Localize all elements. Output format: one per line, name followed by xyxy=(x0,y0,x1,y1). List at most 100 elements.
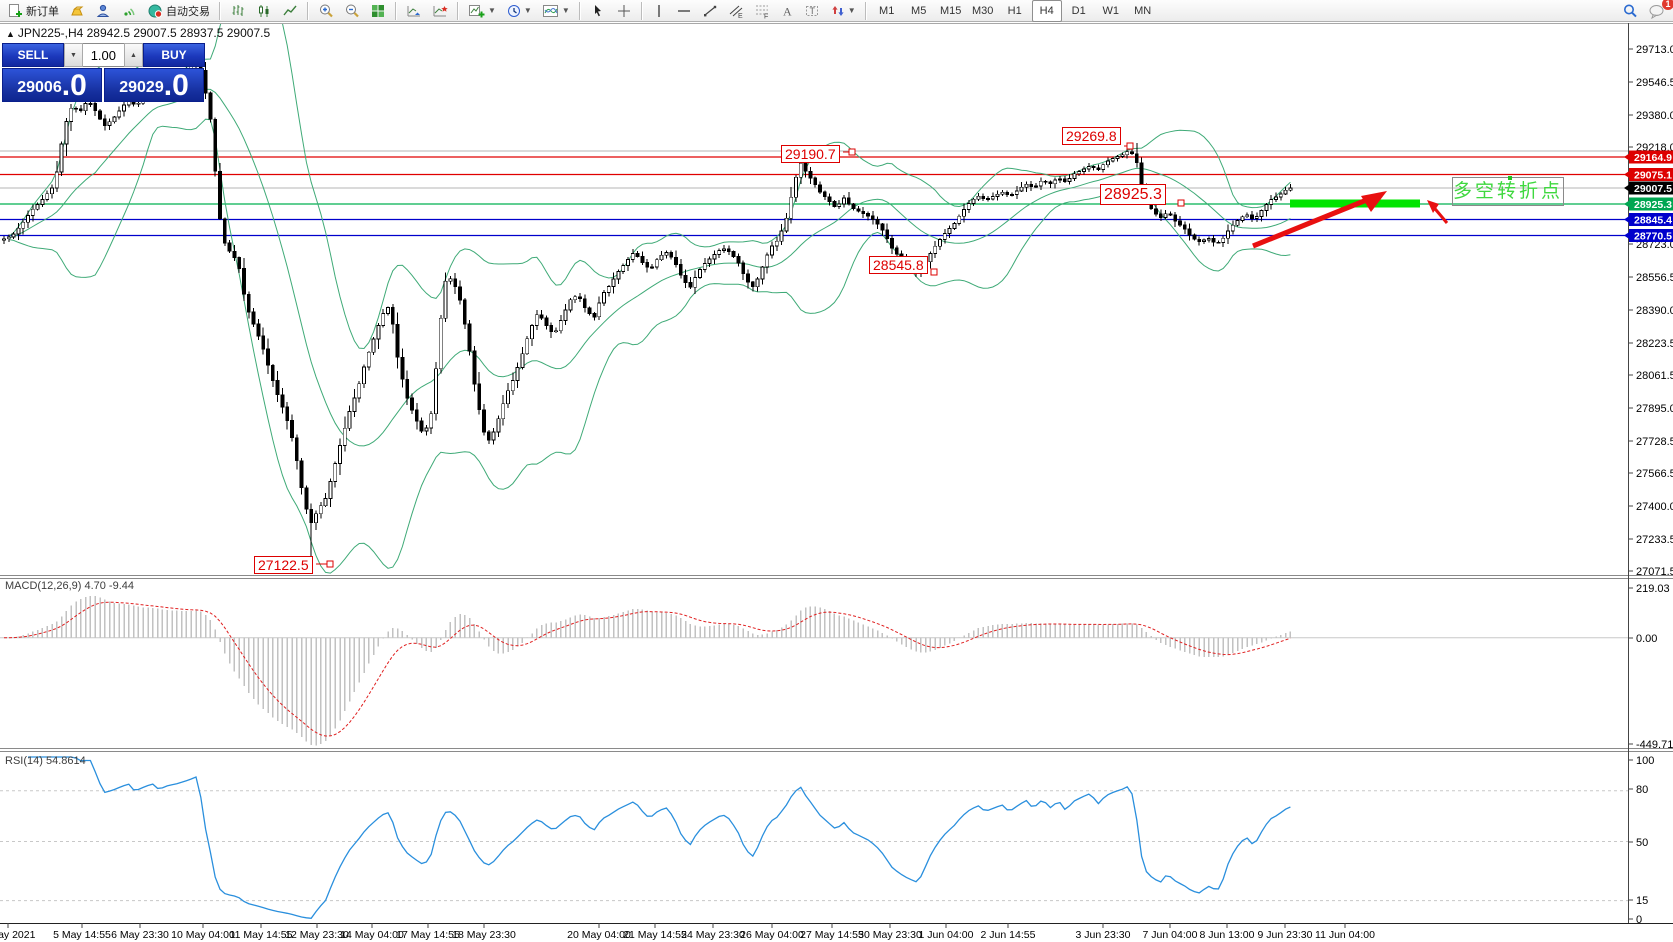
period-button[interactable]: ▼ xyxy=(502,0,536,22)
candle-body xyxy=(1011,195,1014,196)
crosshair-button[interactable] xyxy=(612,0,636,22)
chevron-down-icon: ▼ xyxy=(848,6,856,15)
bar-chart-button[interactable] xyxy=(226,0,250,22)
price-tag-pointer xyxy=(1624,216,1630,224)
arrows-button[interactable]: ▼ xyxy=(826,0,860,22)
chart-canvas[interactable]: 29713.029546.529380.029218.028723.028556… xyxy=(0,0,1673,942)
chart-title-text: JPN225-,H4 28942.5 29007.5 28937.5 29007… xyxy=(18,26,270,40)
price-callout[interactable]: 29190.7 xyxy=(781,145,840,163)
candle-body xyxy=(281,395,284,407)
cursor-button[interactable] xyxy=(586,0,610,22)
rsi-indicator-label: RSI(14) 54.8614 xyxy=(5,755,86,767)
candle-body xyxy=(823,192,826,197)
buy-button[interactable]: BUY xyxy=(143,43,205,67)
candle-body xyxy=(540,315,543,318)
price-callout[interactable]: 28925.3 xyxy=(1100,184,1166,205)
price-callout[interactable]: 29269.8 xyxy=(1062,127,1121,145)
notifications-button[interactable]: 1 xyxy=(1644,0,1670,22)
candle-body xyxy=(588,308,591,314)
gold-ingot-button[interactable] xyxy=(65,0,89,22)
chart-shift-button[interactable] xyxy=(428,0,452,22)
zoom-out-button[interactable] xyxy=(340,0,364,22)
candle-body xyxy=(982,196,985,198)
candle-body xyxy=(1212,239,1215,243)
indicators-button[interactable]: ▼ xyxy=(538,0,574,22)
timeframe-mn[interactable]: MN xyxy=(1128,0,1158,22)
rsi-axis-label: 15 xyxy=(1636,895,1648,907)
tile-windows-button[interactable] xyxy=(366,0,390,22)
rsi-axis-label: 0 xyxy=(1636,914,1642,926)
price-callout[interactable]: 27122.5 xyxy=(254,556,313,574)
annotation-text-box[interactable]: 多空转折点 xyxy=(1452,177,1564,206)
candle-body xyxy=(334,464,337,482)
candle-body xyxy=(665,252,668,255)
search-button[interactable] xyxy=(1618,0,1642,22)
price-callout[interactable]: 28545.8 xyxy=(869,256,928,274)
channel-button[interactable]: E xyxy=(724,0,748,22)
candle-body xyxy=(103,119,106,125)
sell-button[interactable]: SELL xyxy=(2,43,64,67)
svg-text:F: F xyxy=(764,13,768,19)
candlestick-chart-button[interactable] xyxy=(252,0,276,22)
candle-body xyxy=(804,163,807,171)
sell-price-box[interactable]: 29006.0 xyxy=(2,68,102,102)
timeframe-m5[interactable]: M5 xyxy=(904,0,934,22)
volume-input[interactable]: 1.00 xyxy=(83,44,124,66)
candle-body xyxy=(713,255,716,259)
notification-badge: 1 xyxy=(1662,0,1673,10)
profile-button[interactable] xyxy=(91,0,115,22)
auto-trading-button[interactable]: 自动交易 xyxy=(143,0,214,22)
trendline-button[interactable] xyxy=(698,0,722,22)
horizontal-line-button[interactable] xyxy=(672,0,696,22)
candle-body xyxy=(487,432,490,440)
candle-body xyxy=(655,260,658,267)
panel-separator[interactable] xyxy=(0,575,1673,576)
zoom-in-button[interactable] xyxy=(314,0,338,22)
vertical-line-button[interactable] xyxy=(648,0,670,22)
buy-price-box[interactable]: 29029.0 xyxy=(104,68,204,102)
candle-body xyxy=(7,237,10,239)
panel-separator[interactable] xyxy=(0,751,1673,752)
candle-body xyxy=(876,220,879,224)
text-button[interactable]: A xyxy=(776,0,798,22)
new-order-button[interactable]: 新订单 xyxy=(3,0,63,22)
auto-scroll-icon xyxy=(406,3,422,19)
timeframe-w1[interactable]: W1 xyxy=(1096,0,1126,22)
candle-body xyxy=(593,314,596,317)
volume-increase-button[interactable]: ▲ xyxy=(124,43,143,67)
signal-button[interactable] xyxy=(117,0,141,22)
panel-separator[interactable] xyxy=(0,578,1673,579)
candle-body xyxy=(689,283,692,288)
candle-body xyxy=(631,254,634,260)
time-axis-label: 6 May 23:30 xyxy=(111,929,169,941)
candle-body xyxy=(953,223,956,228)
time-axis-label: 5 May 14:55 xyxy=(53,929,111,941)
timeframe-h1[interactable]: H1 xyxy=(1000,0,1030,22)
new-chart-button[interactable]: ▼ xyxy=(464,0,500,22)
candle-body xyxy=(814,178,817,185)
candle-body xyxy=(108,122,111,126)
candle-body xyxy=(780,231,783,241)
toolbar-separator xyxy=(307,2,309,20)
timeframe-m15[interactable]: M15 xyxy=(936,0,966,22)
chevron-down-icon: ▼ xyxy=(562,6,570,15)
candle-body xyxy=(775,241,778,246)
timeframe-m1[interactable]: M1 xyxy=(872,0,902,22)
fibonacci-button[interactable]: F xyxy=(750,0,774,22)
candle-body xyxy=(703,264,706,270)
candle-body xyxy=(583,299,586,308)
candle-body xyxy=(247,294,250,312)
timeframe-h4[interactable]: H4 xyxy=(1032,0,1062,22)
search-icon xyxy=(1622,3,1638,19)
timeframe-d1[interactable]: D1 xyxy=(1064,0,1094,22)
auto-scroll-button[interactable] xyxy=(402,0,426,22)
candle-body xyxy=(271,365,274,380)
timeframe-m30[interactable]: M30 xyxy=(968,0,998,22)
price-tag-pointer xyxy=(1624,184,1630,192)
line-chart-button[interactable] xyxy=(278,0,302,22)
candle-body xyxy=(363,367,366,384)
text-label-button[interactable]: T xyxy=(800,0,824,22)
candle-body xyxy=(1193,235,1196,239)
volume-decrease-button[interactable]: ▼ xyxy=(64,43,83,67)
panel-separator[interactable] xyxy=(0,748,1673,749)
